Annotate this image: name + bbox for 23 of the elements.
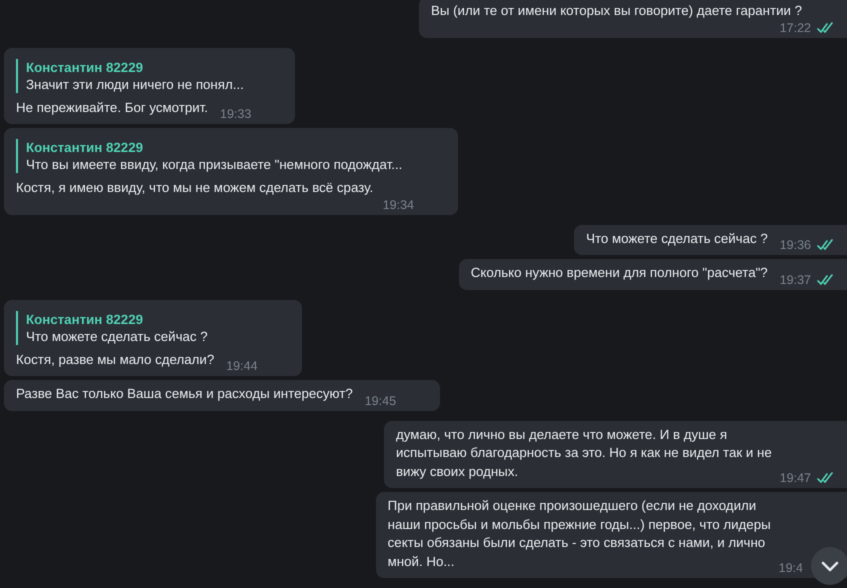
message-text: Костя, я имею ввиду, что мы не можем сделать всё сразу. (16, 179, 374, 197)
message-time: 19:47 (780, 471, 811, 485)
message-time: 19:37 (780, 272, 811, 286)
message-time: 17:22 (780, 20, 811, 34)
message-text: Вы (или те от имени которых вы говорите) даете гарантии ? (431, 2, 802, 20)
message-text: Что можете сделать сейчас ? (586, 230, 768, 248)
message-time: 19:45 (364, 394, 396, 408)
chevron-down-icon (821, 560, 839, 572)
message-text: Не переживайте. Бог усмотрит. (16, 98, 208, 117)
message-text: При правильной оценке произошедшего (если не доходили наши просьбы и мольбы прежние годы...) первое, что лидеры секты обязаны были сделать - это связаться с нами, и лично мной. Но... (388, 497, 771, 570)
message-time: 19:36 (780, 238, 811, 252)
message-text: Костя, разве мы мало сделали? (16, 350, 214, 369)
message-time: 19:44 (226, 359, 258, 373)
message-text: думаю, что лично вы делаете что можете. И в душе я испытываю благодарность за это. Но я как не видел так и не вижу своих родных. (396, 426, 772, 481)
message-time: 19:4 (778, 561, 803, 575)
message-text: Сколько нужно времени для полного "расчета"? (470, 264, 768, 282)
reply-quote[interactable]: Константин 82229 Что вы имеете ввиду, когда призываете "немного подождат... (16, 139, 446, 173)
reply-quote[interactable]: Константин 82229 Значит эти люди ничего не понял... (16, 58, 284, 92)
message-time: 19:34 (382, 198, 414, 212)
scroll-down-button[interactable] (811, 547, 847, 585)
message-text: Разве Вас только Ваша семья и расходы интересуют? (16, 385, 353, 403)
reply-quote[interactable]: Константин 82229 Что можете сделать сейчас ? (16, 310, 290, 344)
message-time: 19:33 (220, 107, 252, 121)
